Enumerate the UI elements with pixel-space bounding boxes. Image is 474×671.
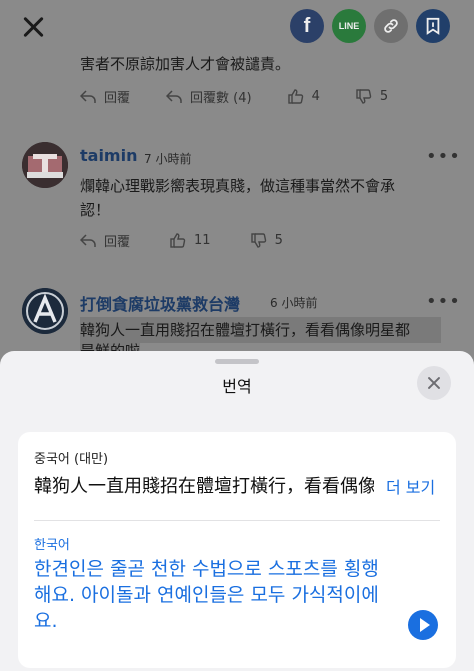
comment-username[interactable]: 打倒貪腐垃圾黨救台灣 xyxy=(80,291,240,315)
close-sheet-button[interactable] xyxy=(417,366,451,400)
dislike-button[interactable]: 5 xyxy=(250,233,283,248)
reply-label: 回覆 xyxy=(104,91,131,106)
source-text: 韓狗人一直用賤招在體壇打橫行，看看偶像明星都 xyxy=(34,476,374,497)
comment-username[interactable]: taimin xyxy=(80,146,137,165)
reply-button[interactable]: 回覆 xyxy=(80,231,130,250)
comment-actions: 回覆 11 5 xyxy=(80,231,319,250)
top-bar: f LINE xyxy=(0,0,474,52)
t-logo-icon xyxy=(22,142,68,188)
like-button[interactable]: 11 xyxy=(170,233,211,248)
reply-icon xyxy=(80,89,96,103)
reply-icon xyxy=(80,233,96,247)
comment-text-continued: 認！ xyxy=(80,201,111,219)
dislike-count: 5 xyxy=(379,89,389,104)
copy-link-button[interactable] xyxy=(374,9,408,43)
reply-count-button[interactable]: 回覆數 (4) xyxy=(166,87,252,106)
sheet-title: 번역 xyxy=(222,377,252,396)
selected-comment-text[interactable]: 韓狗人一直用賤招在體壇打橫行，看看偶像明星都 xyxy=(80,317,441,343)
comment-time: 6 小時前 xyxy=(270,296,318,310)
show-more-button[interactable]: 더 보기 xyxy=(386,474,435,498)
thumbs-up-icon xyxy=(170,233,186,248)
letter-a-logo-icon xyxy=(22,288,68,334)
reply-button[interactable]: 回覆 xyxy=(80,87,130,106)
target-language: 한국어 xyxy=(34,538,70,553)
comment-time: 7 小時前 xyxy=(144,152,192,166)
bookmark-button[interactable] xyxy=(416,9,450,43)
dislike-button[interactable]: 5 xyxy=(356,89,388,104)
avatar[interactable] xyxy=(22,142,68,188)
play-audio-button[interactable] xyxy=(408,610,438,640)
close-icon[interactable] xyxy=(18,12,48,42)
bookmark-icon xyxy=(426,17,440,35)
translated-text: 한견인은 줄곧 천한 수법으로 스포츠를 횡행해요. 아이돌과 연예인들은 모두… xyxy=(34,558,379,632)
reply-label: 回覆 xyxy=(104,235,131,250)
thumbs-down-icon xyxy=(356,89,372,104)
comment-actions: 回覆 回覆數 (4) 4 5 xyxy=(80,87,424,106)
facebook-share-button[interactable]: f xyxy=(290,9,324,43)
avatar[interactable] xyxy=(22,288,68,334)
translation-sheet: 번역 중국어 (대만) 韓狗人一直用賤招在體壇打橫行，看看偶像明星都 더 보기 … xyxy=(0,351,474,671)
selected-comment-text-continued[interactable]: 是鮮的啦 xyxy=(80,341,141,351)
comment-text: 爛韓心理戰影嚮表現真賤，做這種事當然不會承 xyxy=(80,177,396,195)
like-button[interactable]: 4 xyxy=(287,89,320,104)
translation-card: 중국어 (대만) 韓狗人一直用賤招在體壇打橫行，看看偶像明星都 더 보기 한국어… xyxy=(18,432,456,668)
source-language: 중국어 (대만) xyxy=(34,452,109,467)
comment-text: 害者不原諒加害人才會被譴責。 xyxy=(80,55,291,73)
replies-icon xyxy=(166,89,182,103)
sheet-grabber[interactable] xyxy=(215,359,259,364)
more-options-icon[interactable]: ••• xyxy=(426,291,461,312)
more-options-icon[interactable]: ••• xyxy=(426,146,461,167)
thumbs-up-icon xyxy=(287,89,303,104)
like-count: 4 xyxy=(311,89,320,104)
reply-count-label: 回覆數 (4) xyxy=(190,91,252,106)
like-count: 11 xyxy=(194,233,211,248)
dislike-count: 5 xyxy=(274,233,283,248)
thumbs-down-icon xyxy=(250,233,266,248)
link-icon xyxy=(384,19,398,33)
divider xyxy=(34,520,440,521)
line-share-button[interactable]: LINE xyxy=(332,9,366,43)
